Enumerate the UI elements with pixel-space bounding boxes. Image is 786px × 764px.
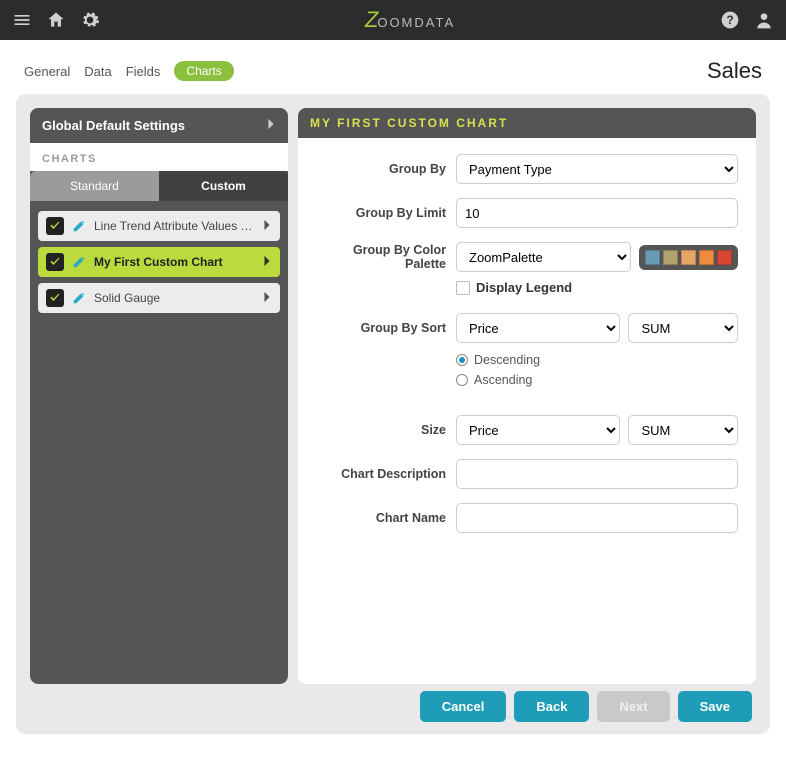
breadcrumb: General Data Fields Charts Sales [0, 40, 786, 94]
form-panel: My First Custom Chart Group By Payment T… [298, 108, 756, 684]
radio-icon [456, 354, 468, 366]
form-body: Group By Payment Type Group By Limit Gro… [298, 138, 756, 563]
top-bar: ZOOMDATA ? [0, 0, 786, 40]
group-by-select[interactable]: Payment Type [456, 154, 738, 184]
crumb-data[interactable]: Data [84, 64, 111, 79]
tab-standard[interactable]: Standard [30, 171, 159, 201]
chevron-right-icon [262, 219, 272, 234]
checkbox-icon [456, 281, 470, 295]
sidebar-header-label: Global Default Settings [42, 118, 185, 133]
form-title: My First Custom Chart [298, 108, 756, 138]
chevron-right-icon [262, 291, 272, 306]
chart-item-label: Solid Gauge [94, 291, 254, 305]
sort-field-select[interactable]: Price [456, 313, 620, 343]
help-icon[interactable]: ? [720, 10, 740, 30]
check-icon [46, 217, 64, 235]
check-icon [46, 253, 64, 271]
page-title: Sales [707, 58, 762, 84]
chart-description-input[interactable] [456, 459, 738, 489]
menu-icon[interactable] [12, 10, 32, 30]
label-chart-description: Chart Description [316, 467, 446, 481]
gear-icon[interactable] [80, 10, 100, 30]
tab-custom[interactable]: Custom [159, 171, 288, 201]
swatch [699, 250, 714, 265]
sidebar-section-label: CHARTS [30, 143, 288, 171]
main-panel: Global Default Settings CHARTS Standard … [16, 94, 770, 734]
size-field-select[interactable]: Price [456, 415, 620, 445]
chart-item-label: My First Custom Chart [94, 255, 254, 269]
group-by-limit-input[interactable] [456, 198, 738, 228]
crumb-fields[interactable]: Fields [126, 64, 161, 79]
palette-swatches[interactable] [639, 245, 738, 270]
label-size: Size [316, 423, 446, 437]
radio-label: Descending [474, 353, 540, 367]
pencil-icon [72, 291, 86, 305]
pencil-icon [72, 255, 86, 269]
crumb-general[interactable]: General [24, 64, 70, 79]
svg-text:?: ? [726, 14, 733, 27]
sidebar-body: Standard Custom Line Trend Attribute Val… [30, 171, 288, 684]
sort-descending-radio[interactable]: Descending [456, 353, 738, 367]
brand-logo: ZOOMDATA [365, 7, 455, 33]
home-icon[interactable] [46, 10, 66, 30]
footer-buttons: Cancel Back Next Save [420, 691, 752, 722]
label-chart-name: Chart Name [316, 511, 446, 525]
save-button[interactable]: Save [678, 691, 752, 722]
display-legend-label: Display Legend [476, 280, 572, 295]
chevron-right-icon [266, 118, 276, 133]
swatch [645, 250, 660, 265]
swatch [681, 250, 696, 265]
next-button: Next [597, 691, 669, 722]
label-color-palette: Group By Color Palette [316, 243, 446, 271]
swatch [717, 250, 732, 265]
sidebar-global-defaults[interactable]: Global Default Settings [30, 108, 288, 143]
chart-item-my-first-custom[interactable]: My First Custom Chart [38, 247, 280, 277]
label-group-by-sort: Group By Sort [316, 321, 446, 335]
sidebar-tabs: Standard Custom [30, 171, 288, 201]
chart-item-label: Line Trend Attribute Values - Se… [94, 219, 254, 233]
palette-select[interactable]: ZoomPalette [456, 242, 631, 272]
sort-ascending-radio[interactable]: Ascending [456, 373, 738, 387]
chevron-right-icon [262, 255, 272, 270]
pencil-icon [72, 219, 86, 233]
crumb-charts[interactable]: Charts [174, 61, 233, 81]
swatch [663, 250, 678, 265]
back-button[interactable]: Back [514, 691, 589, 722]
chart-list: Line Trend Attribute Values - Se… My Fir… [30, 201, 288, 323]
logo-text: OOMDATA [377, 15, 455, 30]
chart-name-input[interactable] [456, 503, 738, 533]
label-group-by: Group By [316, 162, 446, 176]
check-icon [46, 289, 64, 307]
user-icon[interactable] [754, 10, 774, 30]
radio-icon [456, 374, 468, 386]
chart-item-line-trend[interactable]: Line Trend Attribute Values - Se… [38, 211, 280, 241]
sort-agg-select[interactable]: SUM [628, 313, 738, 343]
radio-label: Ascending [474, 373, 532, 387]
cancel-button[interactable]: Cancel [420, 691, 507, 722]
size-agg-select[interactable]: SUM [628, 415, 738, 445]
sidebar: Global Default Settings CHARTS Standard … [30, 108, 288, 684]
label-group-by-limit: Group By Limit [316, 206, 446, 220]
chart-item-solid-gauge[interactable]: Solid Gauge [38, 283, 280, 313]
display-legend-checkbox[interactable]: Display Legend [456, 280, 572, 295]
